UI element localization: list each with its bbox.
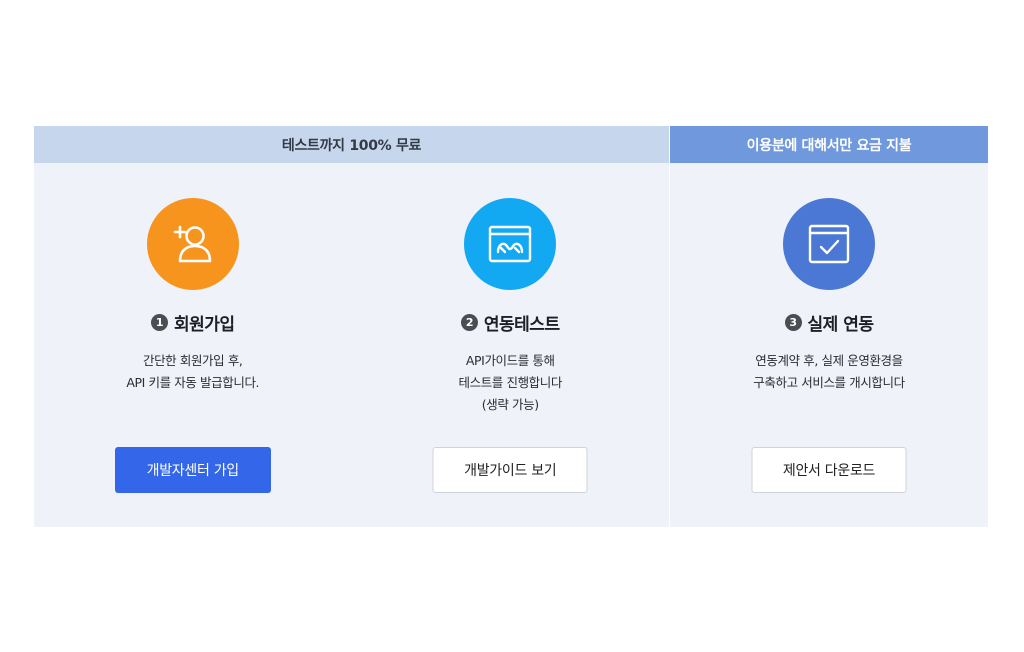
add-user-icon [146,198,239,290]
step-description-line: 구축하고 서비스를 개시합니다 [753,375,905,390]
step-integration-test: 2 연동테스트 API가이드를 통해 테스트를 진행합니다 (생략 가능) 개발… [352,163,670,527]
step-description: 연동계약 후, 실제 운영환경을 구축하고 서비스를 개시합니다 [670,350,988,394]
download-proposal-button[interactable]: 제안서 다운로드 [751,447,907,493]
step-description: API가이드를 통해 테스트를 진행합니다 (생략 가능) [352,350,670,416]
step-description: 간단한 회원가입 후, API 키를 자동 발급합니다. [34,350,352,394]
step-number-badge: 2 [460,314,478,331]
step-number-badge: 3 [784,314,802,331]
step-title: 2 연동테스트 [352,310,670,335]
view-dev-guide-button[interactable]: 개발가이드 보기 [432,447,588,493]
paid-group-header: 이용분에 대해서만 요금 지불 [670,126,988,163]
step-signup: 1 회원가입 간단한 회원가입 후, API 키를 자동 발급합니다. 개발자센… [34,163,352,527]
step-title: 3 실제 연동 [670,310,988,335]
step-description-line: API 키를 자동 발급합니다. [126,375,260,390]
onboarding-steps-panel: 테스트까지 100% 무료 1 회원가입 간단한 회원가입 후, API 키를 … [34,126,988,527]
step-title: 1 회원가입 [34,310,352,335]
step-production: 3 실제 연동 연동계약 후, 실제 운영환경을 구축하고 서비스를 개시합니다… [670,163,988,527]
free-steps-group: 테스트까지 100% 무료 1 회원가입 간단한 회원가입 후, API 키를 … [34,126,669,527]
step-description-line: (생략 가능) [481,397,539,412]
free-group-header: 테스트까지 100% 무료 [34,126,669,163]
paid-steps-group: 이용분에 대해서만 요금 지불 3 실제 연동 연동계약 후, 실제 운영환경을… [670,126,988,527]
step-title-text: 연동테스트 [483,315,560,335]
checkbox-window-icon [783,198,875,290]
step-title-text: 회원가입 [173,315,235,335]
browser-link-icon [464,198,557,290]
step-description-line: 연동계약 후, 실제 운영환경을 [755,353,903,368]
step-title-text: 실제 연동 [807,315,874,335]
step-description-line: 테스트를 진행합니다 [458,375,563,390]
step-number-badge: 1 [150,314,168,331]
developer-center-signup-button[interactable]: 개발자센터 가입 [114,447,271,493]
step-description-line: API가이드를 통해 [465,353,555,368]
step-description-line: 간단한 회원가입 후, [142,353,243,368]
